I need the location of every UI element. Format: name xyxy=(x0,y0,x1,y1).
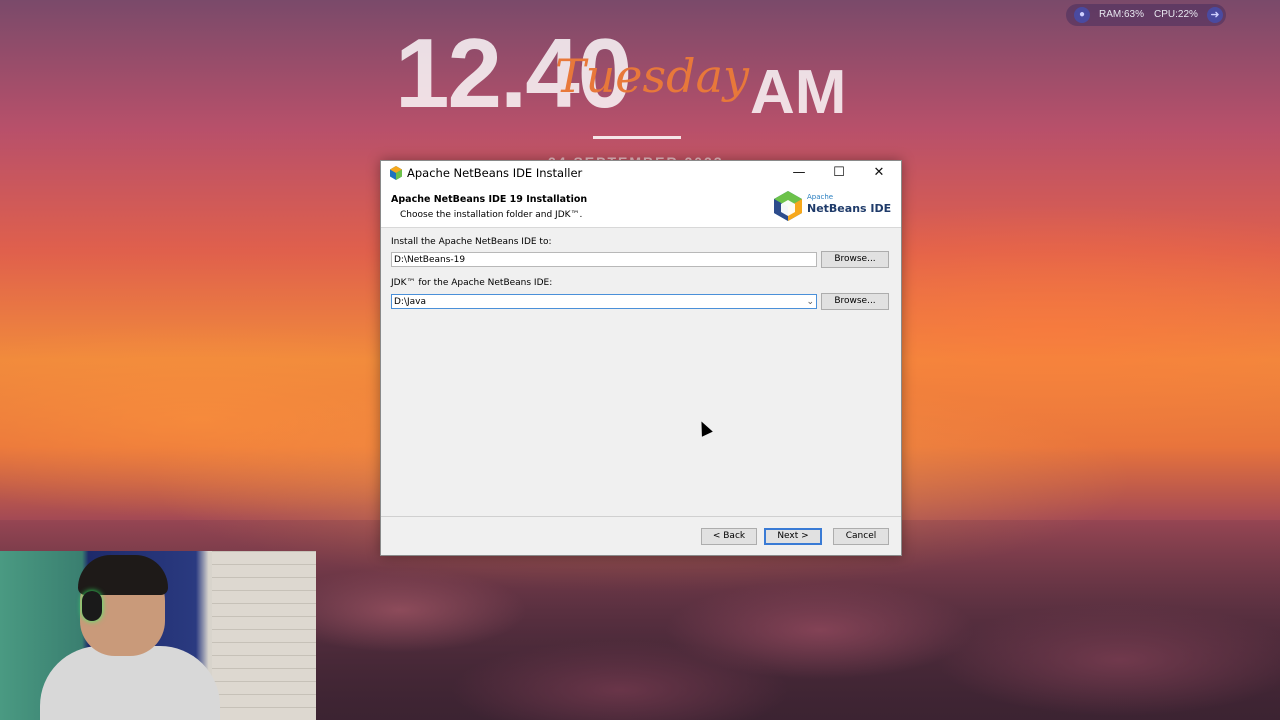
back-button[interactable]: < Back xyxy=(701,528,757,545)
page-title: Apache NetBeans IDE 19 Installation xyxy=(391,194,588,205)
headphones-icon xyxy=(82,591,102,621)
browse-jdk-button[interactable]: Browse... xyxy=(821,293,889,310)
jdk-select[interactable]: D:\Java ⌄ xyxy=(391,294,817,309)
netbeans-app-icon xyxy=(390,166,402,180)
desktop-clock: 12.40 Tuesday AM xyxy=(395,18,895,128)
close-button[interactable]: ✕ xyxy=(859,161,899,185)
next-button[interactable]: Next > xyxy=(764,528,822,545)
installer-dialog: Apache NetBeans IDE Installer — ☐ ✕ Apac… xyxy=(380,160,902,556)
logo-product-text: NetBeans IDE xyxy=(807,202,892,215)
browse-install-button[interactable]: Browse... xyxy=(821,251,889,268)
person-shirt xyxy=(40,646,220,720)
netbeans-cube-icon xyxy=(774,191,802,221)
jdk-label: JDK™ for the Apache NetBeans IDE: xyxy=(391,278,553,288)
arrow-right-icon[interactable]: ➜ xyxy=(1207,7,1223,23)
install-folder-label: Install the Apache NetBeans IDE to: xyxy=(391,237,552,247)
system-monitor-widget: ● RAM:63% CPU:22% ➜ xyxy=(1066,4,1226,26)
jdk-select-value: D:\Java xyxy=(394,297,427,307)
install-folder-input[interactable]: D:\NetBeans-19 xyxy=(391,252,817,267)
cancel-button[interactable]: Cancel xyxy=(833,528,889,545)
installer-header: Apache NetBeans IDE 19 Installation Choo… xyxy=(381,185,901,228)
minimize-button[interactable]: — xyxy=(779,161,819,185)
brick-wall xyxy=(212,551,316,720)
netbeans-logo: Apache NetBeans IDE xyxy=(773,190,893,222)
ram-usage: RAM:63% xyxy=(1099,9,1145,20)
clock-divider xyxy=(593,136,681,139)
person-hair xyxy=(78,555,168,595)
window-title: Apache NetBeans IDE Installer xyxy=(407,166,583,180)
title-bar[interactable]: Apache NetBeans IDE Installer — ☐ ✕ xyxy=(381,161,901,185)
clock-ampm: AM xyxy=(750,58,847,127)
clock-day: Tuesday xyxy=(555,49,749,103)
logo-apache-text: Apache xyxy=(807,193,834,201)
footer-divider xyxy=(381,516,901,517)
webcam-overlay xyxy=(0,551,316,720)
cpu-usage: CPU:22% xyxy=(1154,9,1198,20)
microphone-icon[interactable]: ● xyxy=(1074,7,1090,23)
page-subtitle: Choose the installation folder and JDK™. xyxy=(400,210,583,220)
maximize-button[interactable]: ☐ xyxy=(819,161,859,185)
chevron-down-icon[interactable]: ⌄ xyxy=(806,295,814,310)
